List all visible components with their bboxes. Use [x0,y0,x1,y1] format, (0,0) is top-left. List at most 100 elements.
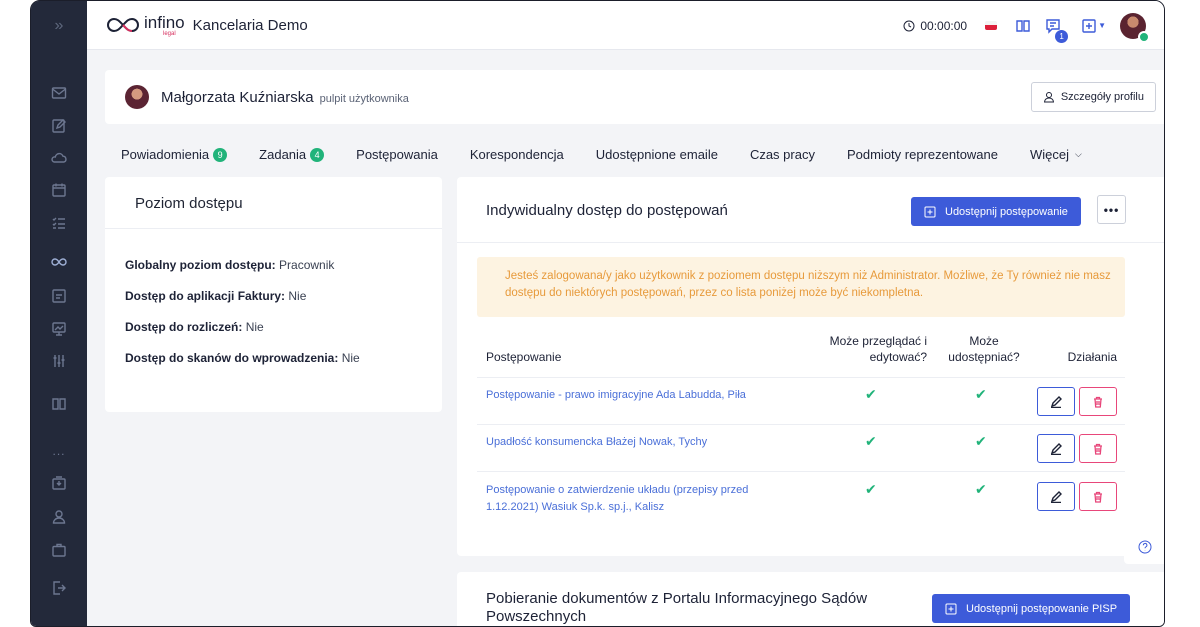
access-value: Nie [341,351,360,365]
pencil-icon [1050,442,1062,455]
row-divider [477,424,1125,425]
column-header-share: Może udostępniać? [948,334,1020,364]
sidebar: » ... [31,1,87,626]
mail-icon [51,87,67,99]
sidebar-item-logout[interactable] [31,576,87,600]
quick-add-menu[interactable]: ▼ [1081,18,1106,34]
tab-correspondence[interactable]: Korespondencja [470,147,564,162]
notifications-count-badge: 9 [213,147,228,162]
delete-button[interactable] [1079,387,1117,416]
sidebar-item-library[interactable] [31,392,87,416]
tab-label: Zadania [259,147,307,162]
tab-more[interactable]: Więcej ⌵ [1030,147,1082,162]
share-box-icon [945,603,957,614]
sidebar-item-briefcase[interactable] [31,538,87,562]
case-link[interactable]: Postępowanie o zatwierdzenie układu (prz… [486,482,796,516]
sidebar-item-cloud[interactable] [31,146,87,170]
tab-shared-emails[interactable]: Udostępnione emaile [596,147,718,162]
knowledge-base-button[interactable] [1015,18,1031,34]
pencil-icon [1050,490,1062,503]
sidebar-item-filters[interactable] [31,349,87,373]
tasks-count-badge: 4 [310,147,325,162]
sidebar-more[interactable]: ... [31,439,87,463]
infinity-icon [51,258,67,266]
expand-icon[interactable]: » [55,17,64,35]
chevron-down-icon: ▼ [1098,21,1106,30]
share-pisp-label: Udostępnij postępowanie PISP [966,602,1118,615]
access-row-settlements: Dostęp do rozliczeń: Nie [125,320,264,334]
tab-tasks[interactable]: Zadania 4 [259,147,325,162]
delete-button[interactable] [1079,482,1117,511]
sidebar-item-calendar[interactable] [31,178,87,202]
trash-icon [1094,443,1102,455]
access-row-invoices: Dostęp do aplikacji Faktury: Nie [125,289,306,303]
case-link[interactable]: Upadłość konsumencka Błażej Nowak, Tychy [486,434,707,451]
calendar-icon [52,183,66,197]
messages-button[interactable]: 1 [1045,18,1069,43]
check-icon: ✔ [865,481,877,497]
row-divider [477,471,1125,472]
edit-button[interactable] [1037,434,1075,463]
case-link[interactable]: Postępowanie - prawo imigracyjne Ada Lab… [486,387,746,404]
document-icon [52,289,66,303]
profile-subtitle: pulpit użytkownika [319,92,409,105]
user-avatar[interactable] [1120,12,1150,43]
sidebar-item-user[interactable] [31,505,87,529]
check-icon: ✔ [975,433,987,449]
profile-name: Małgorzata Kuźniarska [161,88,314,106]
sidebar-item-documents[interactable] [31,284,87,308]
profile-header: Małgorzata Kuźniarska pulpit użytkownika… [105,70,1164,124]
access-label: Globalny poziom dostępu: [125,258,276,272]
share-box-icon [924,206,936,217]
infino-logo-icon [107,17,139,33]
user-icon [1043,92,1054,103]
ellipsis-icon: ••• [1103,202,1120,217]
language-flag-pl-icon[interactable] [985,21,998,30]
timer-value: 00:00:00 [920,18,968,33]
note-edit-icon [52,119,66,133]
logo-text: infino [144,13,185,32]
sidebar-item-mail[interactable] [31,81,87,105]
office-name: Kancelaria Demo [192,16,308,34]
access-warning-alert: Jesteś zalogowana/y jako użytkownik z po… [477,257,1125,317]
sidebar-toggle[interactable]: » [31,1,87,50]
share-pisp-button[interactable]: Udostępnij postępowanie PISP [932,594,1131,623]
work-timer[interactable]: 00:00:00 [903,19,967,33]
share-case-button[interactable]: Udostępnij postępowanie [911,197,1081,226]
sidebar-item-tasks[interactable] [31,211,87,235]
access-label: Dostęp do aplikacji Faktury: [125,289,286,303]
help-button[interactable] [1124,530,1164,564]
sidebar-item-presentation[interactable] [31,317,87,341]
sidebar-item-edit[interactable] [31,114,87,138]
share-case-label: Udostępnij postępowanie [945,205,1068,218]
access-level-card: Poziom dostępu Globalny poziom dostępu: … [105,177,442,412]
book-icon [52,398,66,410]
edit-button[interactable] [1037,482,1075,511]
tab-work-time[interactable]: Czas pracy [750,147,815,162]
tab-label: Więcej [1030,147,1070,162]
pencil-icon [1050,395,1062,408]
access-label: Dostęp do rozliczeń: [125,320,243,334]
tab-represented-entities[interactable]: Podmioty reprezentowane [847,147,998,162]
row-divider [477,377,1125,378]
tab-cases[interactable]: Postępowania [356,147,438,162]
profile-details-label: Szczegóły profilu [1060,91,1144,103]
more-options-button[interactable]: ••• [1097,195,1126,224]
logo-subtext: legal [163,31,176,37]
chevron-down-icon: ⌵ [1075,149,1082,159]
tab-notifications[interactable]: Powiadomienia 9 [121,147,228,162]
column-header-actions: Działania [1067,350,1117,364]
access-value: Nie [288,289,307,303]
app-logo[interactable]: infino legal [105,13,185,37]
divider [457,242,1164,243]
checklist-icon [52,217,65,229]
delete-button[interactable] [1079,434,1117,463]
sidebar-item-archive[interactable] [31,471,87,495]
briefcase-icon [52,543,66,557]
sidebar-item-infino[interactable] [31,250,87,274]
edit-button[interactable] [1037,387,1075,416]
profile-details-button[interactable]: Szczegóły profilu [1030,82,1156,112]
cloud-icon [51,152,67,163]
individual-access-title: Indywidualny dostęp do postępowań [486,202,728,219]
app-window: » ... infino legal Kancelaria Demo 00:00… [30,0,1165,627]
